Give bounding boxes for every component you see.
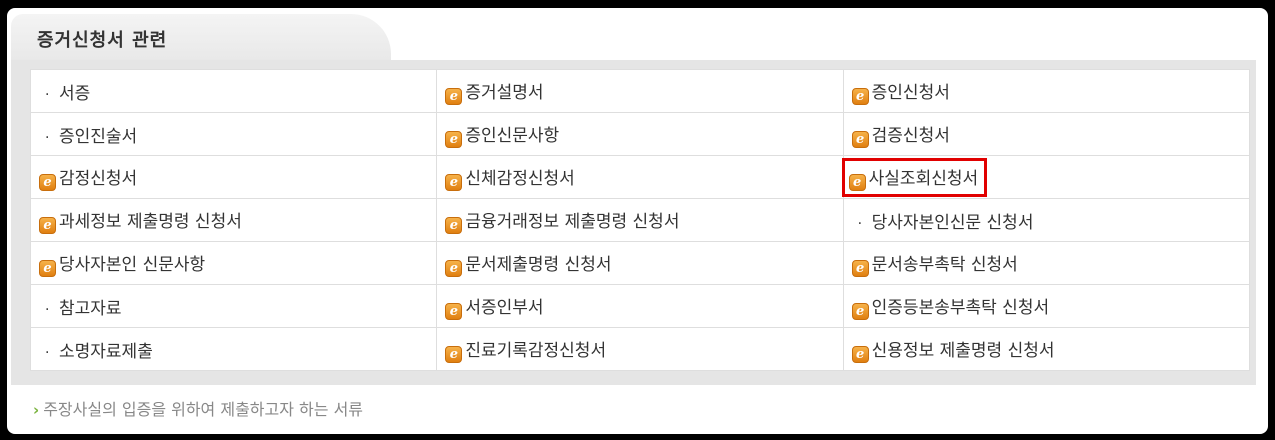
e-document-icon: e — [851, 345, 869, 363]
document-link[interactable]: e 증인신문사항 — [436, 112, 844, 156]
document-label: 당사자본인 신문사항 — [59, 254, 206, 275]
document-label: 인증등본송부촉탁 신청서 — [871, 297, 1050, 318]
e-document-icon: e — [445, 87, 463, 105]
grid-row: e 당사자본인 신문사항 e 문서제출명령 신청서 e 문서송부촉탁 신청서 — [29, 241, 1251, 285]
e-document-icon: e — [445, 130, 463, 148]
document-link[interactable]: e 증인신청서 — [842, 69, 1251, 113]
bullet-icon: · — [45, 344, 50, 361]
document-link[interactable]: · 참고자료 — [29, 284, 438, 328]
document-label: 금융거래정보 제출명령 신청서 — [465, 211, 680, 232]
highlight-box[interactable]: e 사실조회신청서 — [841, 157, 988, 197]
document-label: 감정신청서 — [59, 168, 138, 189]
e-document-icon: e — [851, 130, 869, 148]
grid-row: · 서증 e 증거설명서 e 증인신청서 — [29, 69, 1251, 113]
e-document-icon: e — [39, 259, 56, 277]
document-label: 과세정보 제출명령 신청서 — [59, 211, 242, 232]
chevron-right-icon: › — [33, 401, 40, 419]
footer-text: 주장사실의 입증을 위하여 제출하고자 하는 서류 — [43, 400, 364, 419]
document-link[interactable]: e 검증신청서 — [842, 112, 1251, 156]
document-link[interactable]: e 진료기록감정신청서 — [436, 327, 844, 371]
grid-row: e 감정신청서 e 신체감정신청서 e 사실조회신청서 — [29, 155, 1251, 199]
document-label: 참고자료 — [59, 298, 122, 319]
document-label: 문서송부촉탁 신청서 — [871, 254, 1018, 275]
e-document-icon: e — [39, 173, 56, 191]
e-document-icon: e — [445, 216, 463, 234]
document-label: 증인진술서 — [59, 126, 138, 147]
document-link[interactable]: e 신체감정신청서 — [436, 155, 844, 199]
document-link[interactable]: e 문서제출명령 신청서 — [436, 241, 844, 285]
e-document-icon: e — [851, 87, 869, 105]
document-label: 증인신청서 — [871, 82, 950, 103]
section-tab: 증거신청서 관련 — [11, 14, 391, 62]
document-link[interactable]: e 사실조회신청서 — [841, 155, 1251, 199]
document-grid: · 서증 e 증거설명서 e 증인신청서 · 증인진술서 e 증인신문사항 e 검증신청서 e 감정신청서… — [29, 69, 1251, 371]
document-link[interactable]: · 증인진술서 — [29, 112, 438, 156]
document-label: 서증 — [59, 83, 91, 104]
document-link[interactable]: e 인증등본송부촉탁 신청서 — [842, 284, 1251, 328]
document-label: 증인신문사항 — [465, 125, 560, 146]
e-document-icon: e — [445, 302, 463, 320]
e-document-icon: e — [445, 259, 463, 277]
grid-row: e 과세정보 제출명령 신청서 e 금융거래정보 제출명령 신청서 · 당사자본인신문 신… — [29, 198, 1251, 242]
document-label: 신체감정신청서 — [465, 168, 575, 189]
e-document-icon: e — [848, 173, 866, 191]
bullet-icon: · — [45, 129, 50, 146]
bullet-icon: · — [857, 215, 863, 232]
document-link[interactable]: e 감정신청서 — [29, 155, 438, 199]
e-document-icon: e — [445, 345, 463, 363]
document-link[interactable]: e 증거설명서 — [436, 69, 844, 113]
document-link[interactable]: e 문서송부촉탁 신청서 — [842, 241, 1251, 285]
document-label: 당사자본인신문 신청서 — [871, 212, 1034, 233]
document-link[interactable]: e 서증인부서 — [436, 284, 844, 328]
bullet-icon: · — [45, 301, 50, 318]
document-label: 소명자료제출 — [59, 341, 153, 362]
document-label: 서증인부서 — [465, 297, 544, 318]
document-link[interactable]: e 금융거래정보 제출명령 신청서 — [436, 198, 844, 242]
document-link[interactable]: e 당사자본인 신문사항 — [29, 241, 438, 285]
e-document-icon: e — [39, 216, 56, 234]
bullet-icon: · — [45, 86, 50, 103]
e-document-icon: e — [851, 302, 869, 320]
e-document-icon: e — [851, 259, 869, 277]
grid-row: · 소명자료제출 e 진료기록감정신청서 e 신용정보 제출명령 신청서 — [29, 327, 1251, 371]
document-link[interactable]: · 소명자료제출 — [29, 327, 438, 371]
document-label: 문서제출명령 신청서 — [465, 254, 612, 275]
grid-row: · 참고자료 e 서증인부서 e 인증등본송부촉탁 신청서 — [29, 284, 1251, 328]
document-link[interactable]: e 과세정보 제출명령 신청서 — [29, 198, 438, 242]
footer-note: › 주장사실의 입증을 위하여 제출하고자 하는 서류 — [33, 396, 363, 420]
document-link[interactable]: · 당사자본인신문 신청서 — [842, 198, 1251, 242]
document-link[interactable]: e 신용정보 제출명령 신청서 — [842, 327, 1251, 371]
document-label: 사실조회신청서 — [868, 168, 979, 189]
grid-row: · 증인진술서 e 증인신문사항 e 검증신청서 — [29, 112, 1251, 156]
document-label: 증거설명서 — [465, 82, 544, 103]
section-tab-bar: 증거신청서 관련 — [11, 14, 1256, 62]
e-document-icon: e — [445, 173, 463, 191]
document-label: 신용정보 제출명령 신청서 — [871, 340, 1055, 361]
document-link[interactable]: · 서증 — [29, 69, 438, 113]
section-title: 증거신청서 관련 — [37, 30, 168, 51]
document-label: 진료기록감정신청서 — [465, 340, 607, 361]
document-label: 검증신청서 — [871, 125, 950, 146]
